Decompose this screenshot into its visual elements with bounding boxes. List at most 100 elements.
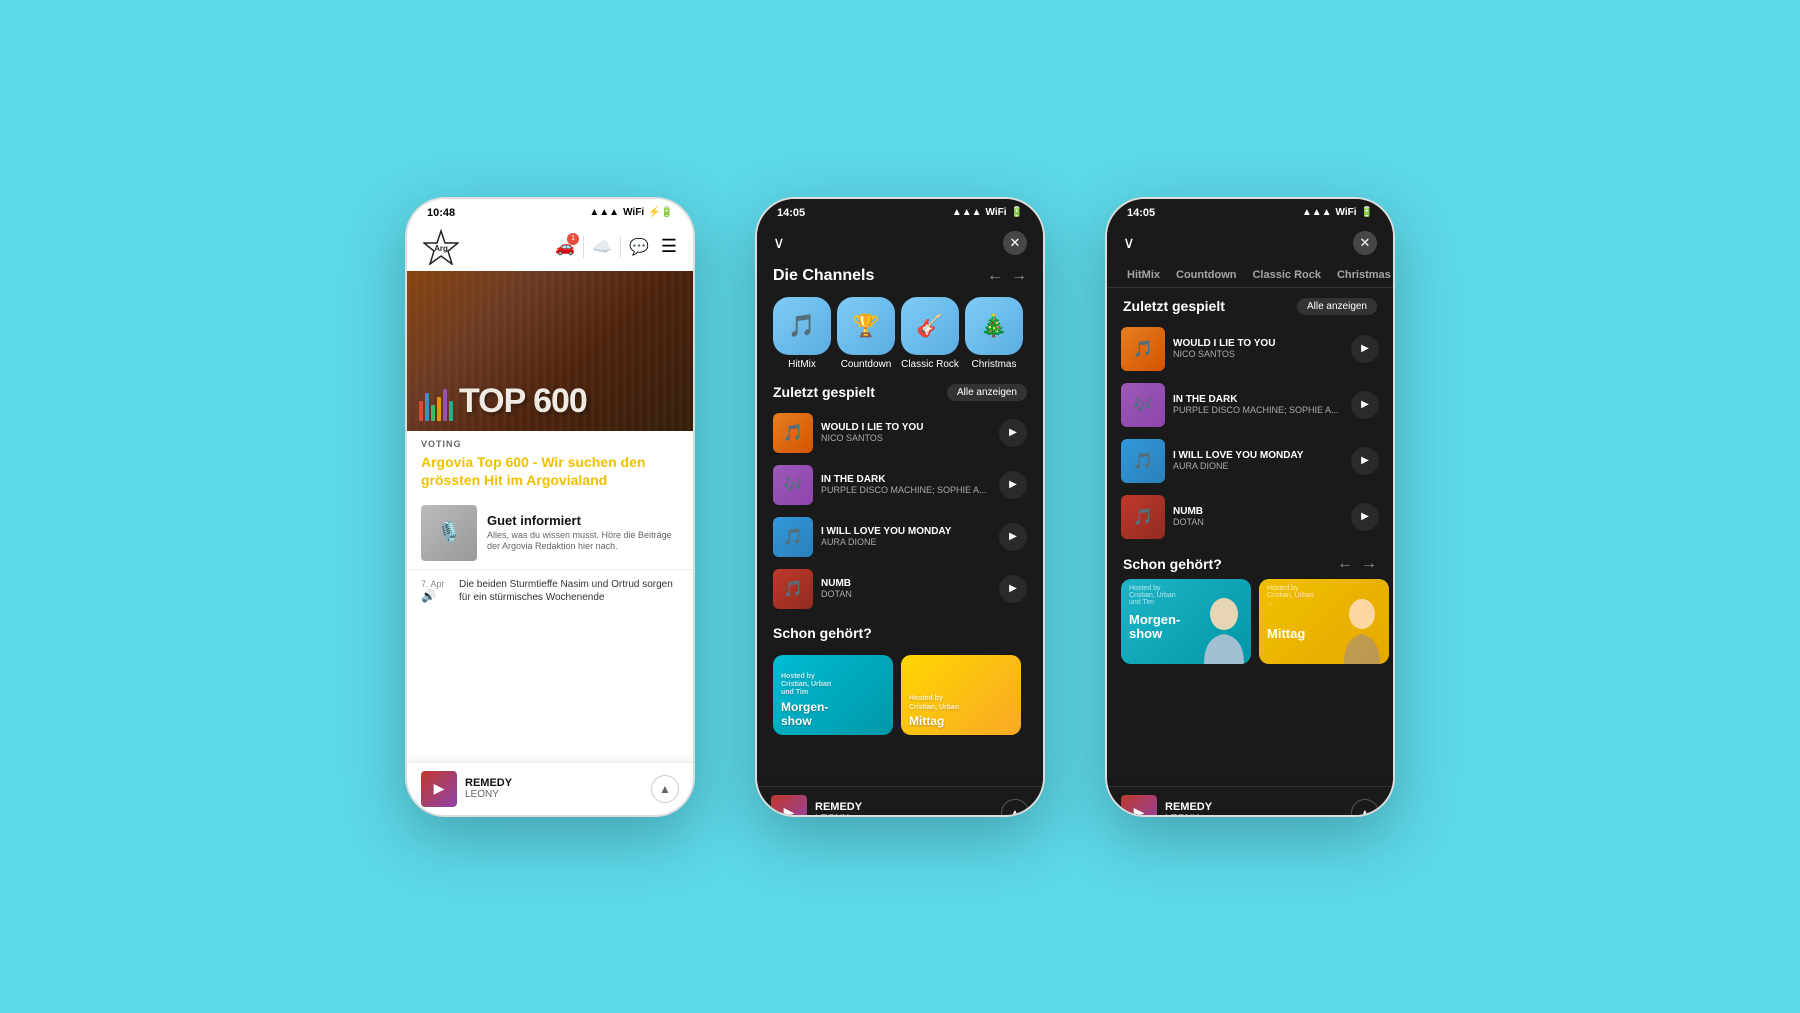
player-expand-button-2[interactable]: ▲ (1001, 799, 1029, 817)
chevron-icon-2[interactable]: ∨ (773, 233, 785, 253)
tab-hitmix[interactable]: HitMix (1119, 265, 1168, 285)
schon-cards-2: Hosted by Cristian, Urban und Tim Morgen… (757, 655, 1043, 735)
mic-image: 🎙️ (421, 505, 477, 561)
song-title-4-p3: NUMB (1173, 506, 1343, 517)
play-button-4-p3[interactable]: ▶ (1351, 503, 1379, 531)
schon-card-mittag-label-2: Hosted by Cristian, Urban Mittag (909, 695, 959, 728)
song-info-4-p3: NUMB DOTAN (1173, 506, 1343, 527)
tab-classicrock[interactable]: Classic Rock (1244, 265, 1328, 285)
person-silhouette-2 (1334, 594, 1389, 664)
channels-prev-arrow[interactable]: ← (987, 267, 1003, 285)
play-button-4-p2[interactable]: ▶ (999, 575, 1027, 603)
argovia-logo: Arg (423, 229, 459, 265)
morgen-cards-row: Hosted byCristian, Urbanund Tim Morgen-s… (1107, 579, 1393, 664)
countdown-label: Countdown (841, 359, 892, 370)
play-button-3-p2[interactable]: ▶ (999, 523, 1027, 551)
close-button-2[interactable]: ✕ (1003, 231, 1027, 255)
signal-icon-2: ▲▲▲ (952, 207, 982, 218)
play-button-2-p3[interactable]: ▶ (1351, 391, 1379, 419)
song-info-1-p3: WOULD I LIE TO YOU NICO SANTOS (1173, 338, 1343, 359)
schon-card-morgen-label-2: Hosted by Cristian, Urban und Tim Morgen… (781, 673, 831, 729)
info-title: Guet informiert (487, 513, 679, 528)
signal-icon-1: ▲▲▲ (589, 207, 619, 218)
channels-header: Die Channels ← → (757, 263, 1043, 293)
morgen-card-mittag[interactable]: Hosted byCristian, Urban... Mittag (1259, 579, 1389, 664)
info-text: Guet informiert Alles, was du wissen mus… (487, 513, 679, 553)
bottom-player-3[interactable]: ▶ REMEDY LEONY ▲ (1107, 786, 1393, 817)
bars-graphic (419, 389, 453, 421)
car-icon-container[interactable]: 🚗 1 (555, 237, 575, 257)
bottom-player-2[interactable]: ▶ REMEDY LEONY ▲ (757, 786, 1043, 817)
song-title-4-p2: NUMB (821, 578, 991, 589)
song-thumb-4-p2: 🎵 (773, 569, 813, 609)
morgen-title-mittag: Mittag (1267, 627, 1305, 641)
status-bar-3: 14:05 ▲▲▲ WiFi 🔋 (1107, 199, 1393, 223)
hitmix-icon: 🎵 (773, 297, 831, 355)
player-thumbnail-2: ▶ (771, 795, 807, 817)
channel-christmas[interactable]: 🎄 Christmas (965, 297, 1023, 370)
song-artist-3-p2: AURA DIONE (821, 537, 991, 547)
song-row-4-p2[interactable]: 🎵 NUMB DOTAN ▶ (757, 563, 1043, 615)
cloud-icon[interactable]: ☁️ (592, 237, 612, 257)
hero-title: TOP 600 (459, 382, 587, 421)
player-expand-button-1[interactable]: ▲ (651, 775, 679, 803)
song-row-2-p2[interactable]: 🎶 IN THE DARK PURPLE DISCO MACHINE; SOPH… (757, 459, 1043, 511)
close-button-3[interactable]: ✕ (1353, 231, 1377, 255)
song-artist-2-p3: PURPLE DISCO MACHINE; SOPHIE A... (1173, 405, 1343, 415)
song-thumb-4-p3: 🎵 (1121, 495, 1165, 539)
channels-nav-arrows: ← → (987, 267, 1027, 285)
player-artist-1: LEONY (465, 789, 512, 800)
schon-title-2: Schon gehört? (773, 625, 872, 641)
channel-countdown[interactable]: 🏆 Countdown (837, 297, 895, 370)
channel-hitmix[interactable]: 🎵 HitMix (773, 297, 831, 370)
player-thumbnail-3: ▶ (1121, 795, 1157, 817)
play-button-3-p3[interactable]: ▶ (1351, 447, 1379, 475)
menu-icon[interactable]: ☰ (661, 236, 677, 257)
schon-prev-arrow[interactable]: ← (1337, 555, 1353, 573)
zuletzt-title-2: Zuletzt gespielt (773, 384, 875, 400)
song-thumb-2-p3: 🎶 (1121, 383, 1165, 427)
player-left-2: ▶ REMEDY LEONY (771, 795, 862, 817)
mic-icon: 🎙️ (437, 520, 462, 545)
player-info-3: REMEDY LEONY (1165, 801, 1212, 817)
player-expand-button-3[interactable]: ▲ (1351, 799, 1379, 817)
voting-label: VOTING (407, 439, 693, 449)
schon-next-arrow[interactable]: → (1361, 555, 1377, 573)
channels-next-arrow[interactable]: → (1011, 267, 1027, 285)
schon-card-mittag-2[interactable]: Hosted by Cristian, Urban Mittag (901, 655, 1021, 735)
alle-button-2[interactable]: Alle anzeigen (947, 384, 1027, 401)
song-title-1-p3: WOULD I LIE TO YOU (1173, 338, 1343, 349)
song-row-2-p3[interactable]: 🎶 IN THE DARK PURPLE DISCO MACHINE; SOPH… (1107, 377, 1393, 433)
tab-christmas[interactable]: Christmas (1329, 265, 1393, 285)
song-row-3-p2[interactable]: 🎵 I WILL LOVE YOU MONDAY AURA DIONE ▶ (757, 511, 1043, 563)
song-thumb-1-p3: 🎵 (1121, 327, 1165, 371)
time-1: 10:48 (427, 207, 455, 219)
phone-3: 14:05 ▲▲▲ WiFi 🔋 ∨ ✕ HitMix Countdown Cl… (1105, 197, 1395, 817)
info-card: 🎙️ Guet informiert Alles, was du wissen … (407, 497, 693, 569)
tab-countdown[interactable]: Countdown (1168, 265, 1244, 285)
news-item[interactable]: 7. Apr 🔊 Die beiden Sturmtieffe Nasim un… (407, 569, 693, 612)
play-button-2-p2[interactable]: ▶ (999, 471, 1027, 499)
phone1-header: Arg 🚗 1 ☁️ 💬 ☰ (407, 223, 693, 271)
divider-1 (583, 236, 584, 258)
schon-title-3: Schon gehört? (1123, 556, 1222, 572)
chevron-icon-3[interactable]: ∨ (1123, 233, 1135, 253)
schon-card-morgen-2[interactable]: Hosted by Cristian, Urban und Tim Morgen… (773, 655, 893, 735)
song-row-3-p3[interactable]: 🎵 I WILL LOVE YOU MONDAY AURA DIONE ▶ (1107, 433, 1393, 489)
channel-classicrock[interactable]: 🎸 Classic Rock (901, 297, 959, 370)
phones-container: 10:48 ▲▲▲ WiFi ⚡🔋 Arg 🚗 1 (385, 177, 1415, 837)
song-row-1-p2[interactable]: 🎵 WOULD I LIE TO YOU NICO SANTOS ▶ (757, 407, 1043, 459)
song-row-1-p3[interactable]: 🎵 WOULD I LIE TO YOU NICO SANTOS ▶ (1107, 321, 1393, 377)
play-button-1-p2[interactable]: ▶ (999, 419, 1027, 447)
play-button-1-p3[interactable]: ▶ (1351, 335, 1379, 363)
song-artist-2-p2: PURPLE DISCO MACHINE; SOPHIE A... (821, 485, 991, 495)
whatsapp-icon[interactable]: 💬 (629, 237, 649, 257)
song-row-4-p3[interactable]: 🎵 NUMB DOTAN ▶ (1107, 489, 1393, 545)
article-title[interactable]: Argovia Top 600 - Wir suchen den grösste… (407, 449, 693, 493)
bottom-player-1[interactable]: ▶ REMEDY LEONY ▲ (407, 762, 693, 815)
schon-section-header-2: Schon gehört? (757, 615, 1043, 647)
morgen-card-show[interactable]: Hosted byCristian, Urbanund Tim Morgen-s… (1121, 579, 1251, 664)
alle-button-3[interactable]: Alle anzeigen (1297, 298, 1377, 315)
song-title-2-p3: IN THE DARK (1173, 394, 1343, 405)
countdown-icon: 🏆 (837, 297, 895, 355)
